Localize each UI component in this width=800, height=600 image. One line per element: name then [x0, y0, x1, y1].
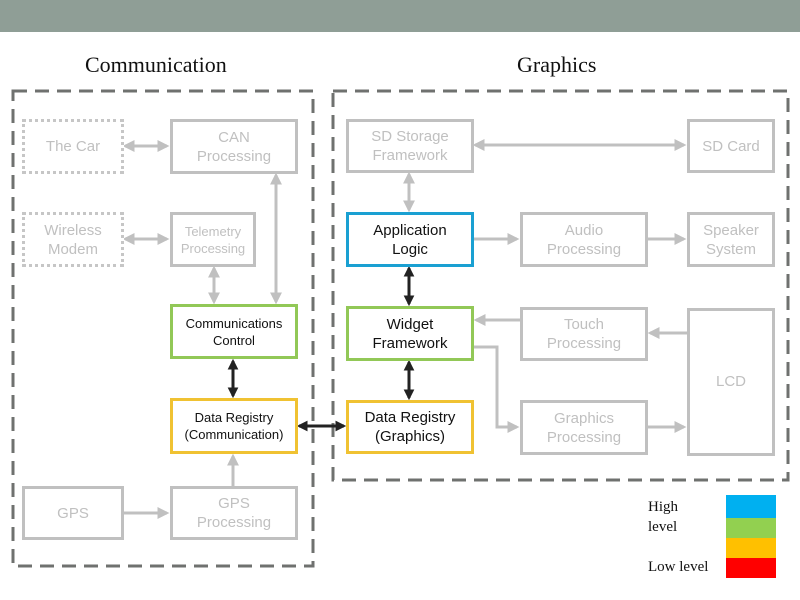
block-the-car[interactable]: The Car	[22, 119, 124, 174]
block-graphics-processing[interactable]: Graphics Processing	[520, 400, 648, 455]
block-touch-processing[interactable]: Touch Processing	[520, 307, 648, 361]
block-application-logic[interactable]: Application Logic	[346, 212, 474, 267]
legend-swatch-red	[726, 558, 776, 578]
block-data-registry-graphics[interactable]: Data Registry (Graphics)	[346, 400, 474, 454]
block-wireless-modem[interactable]: Wireless Modem	[22, 212, 124, 267]
block-sd-storage-framework[interactable]: SD Storage Framework	[346, 119, 474, 173]
legend-high-label: High level	[648, 499, 678, 535]
legend-swatch-yellow	[726, 538, 776, 558]
widget-graphicsproc-connector	[473, 345, 520, 433]
block-sd-card[interactable]: SD Card	[687, 119, 775, 173]
legend-low-label: Low level	[648, 559, 709, 575]
block-telemetry-processing[interactable]: Telemetry Processing	[170, 212, 256, 267]
block-speaker-system[interactable]: Speaker System	[687, 212, 775, 267]
block-can-processing[interactable]: CAN Processing	[170, 119, 298, 174]
legend-swatch-blue	[726, 495, 776, 518]
block-widget-framework[interactable]: Widget Framework	[346, 306, 474, 361]
legend-swatch-green	[726, 518, 776, 538]
block-gps[interactable]: GPS	[22, 486, 124, 540]
block-data-registry-communication[interactable]: Data Registry (Communication)	[170, 398, 298, 454]
block-gps-processing[interactable]: GPS Processing	[170, 486, 298, 540]
block-audio-processing[interactable]: Audio Processing	[520, 212, 648, 267]
block-communications-control[interactable]: Communications Control	[170, 304, 298, 359]
block-lcd[interactable]: LCD	[687, 308, 775, 456]
